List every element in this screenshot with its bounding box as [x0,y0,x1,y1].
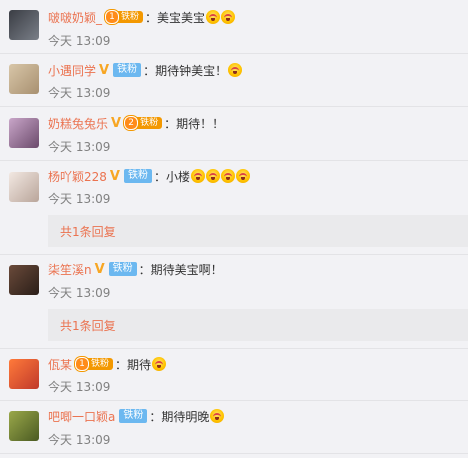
avatar[interactable] [9,172,39,202]
comment-line: 小遇同学 V 铁粉 ：期待钟美宝！ [48,61,243,79]
comment-text: ：小楼 [153,169,190,184]
fan-level: 2 [124,116,139,130]
view-replies-button[interactable]: 共1条回复 [48,309,468,341]
comment-line: 杨吖颖228 V 铁粉 ：小楼 [48,167,250,185]
comment-line: 柒笙溪n V 铁粉 ：期待美宝啊！ [48,260,223,278]
avatar[interactable] [9,411,39,441]
avatar[interactable] [9,265,39,295]
timestamp: 今天 13:09 [48,86,111,100]
vip-badge-icon: V [99,62,110,78]
blue-fan-badge: 铁粉 [108,262,137,276]
username[interactable]: 奶糕兔兔乐 [48,115,108,132]
comment-text: ：期待钟美宝！ [143,63,228,78]
comment-text: ：期待！！ [164,116,225,131]
comment-text: ：期待 [115,357,152,372]
username[interactable]: 小遇同学 [48,62,96,79]
divider [0,453,468,454]
blue-fan-badge: 铁粉 [123,169,152,183]
username[interactable]: 啵啵奶颖_ [48,9,102,26]
reply-count-link[interactable]: 共1条回复 [60,317,116,334]
vip-badge-icon: V [111,115,122,131]
view-replies-button[interactable]: 共1条回复 [48,215,468,247]
avatar[interactable] [9,64,39,94]
timestamp: 今天 13:09 [48,433,111,447]
comment-line: 奶糕兔兔乐 V 2 铁粉 ：期待！！ [48,114,224,132]
comment-text: ：期待明晚 [149,409,210,424]
reply-count-link[interactable]: 共1条回复 [60,223,116,240]
laughing-emoji-icon [152,357,167,371]
iron-fan-badge: 1 铁粉 [105,10,144,24]
avatar[interactable] [9,359,39,389]
divider [0,53,468,54]
laughing-emoji-icon [205,169,220,183]
username[interactable]: 柒笙溪n [48,261,92,278]
username[interactable]: 吧唧一口颖a [48,408,115,425]
vip-badge-icon: V [109,168,120,184]
blue-fan-badge: 铁粉 [113,63,142,77]
username[interactable]: 杨吖颖228 [48,168,107,185]
laughing-emoji-icon [210,409,225,423]
iron-fan-badge: 1 铁粉 [75,357,114,371]
comment-text: ：美宝美宝 [145,10,206,25]
divider [0,106,468,107]
avatar[interactable] [9,10,39,40]
comment-line: 吧唧一口颖a 铁粉 ：期待明晚 [48,407,225,425]
fan-label: 铁粉 [115,11,144,23]
comment-text: ：期待美宝啊！ [138,262,223,277]
comment-line: 佤某 1 铁粉 ：期待 [48,355,167,373]
username[interactable]: 佤某 [48,356,72,373]
fan-level: 1 [105,10,120,24]
laughing-emoji-icon [220,169,235,183]
iron-fan-badge: 2 铁粉 [124,116,163,130]
laughing-emoji-icon [221,10,236,24]
laughing-emoji-icon [235,169,250,183]
timestamp: 今天 13:09 [48,34,111,48]
timestamp: 今天 13:09 [48,140,111,154]
timestamp: 今天 13:09 [48,286,111,300]
laughing-emoji-icon [206,10,221,24]
comment-line: 啵啵奶颖_ 1 铁粉 ：美宝美宝 [48,8,236,26]
vip-badge-icon: V [94,261,105,277]
divider [0,254,468,255]
timestamp: 今天 13:09 [48,380,111,394]
laughing-emoji-icon [190,169,205,183]
fan-label: 铁粉 [134,117,163,129]
avatar[interactable] [9,118,39,148]
blue-fan-badge: 铁粉 [119,409,148,423]
fan-label: 铁粉 [85,358,114,370]
divider [0,400,468,401]
divider [0,348,468,349]
fan-level: 1 [75,357,90,371]
divider [0,160,468,161]
timestamp: 今天 13:09 [48,192,111,206]
laughing-emoji-icon [228,63,243,77]
